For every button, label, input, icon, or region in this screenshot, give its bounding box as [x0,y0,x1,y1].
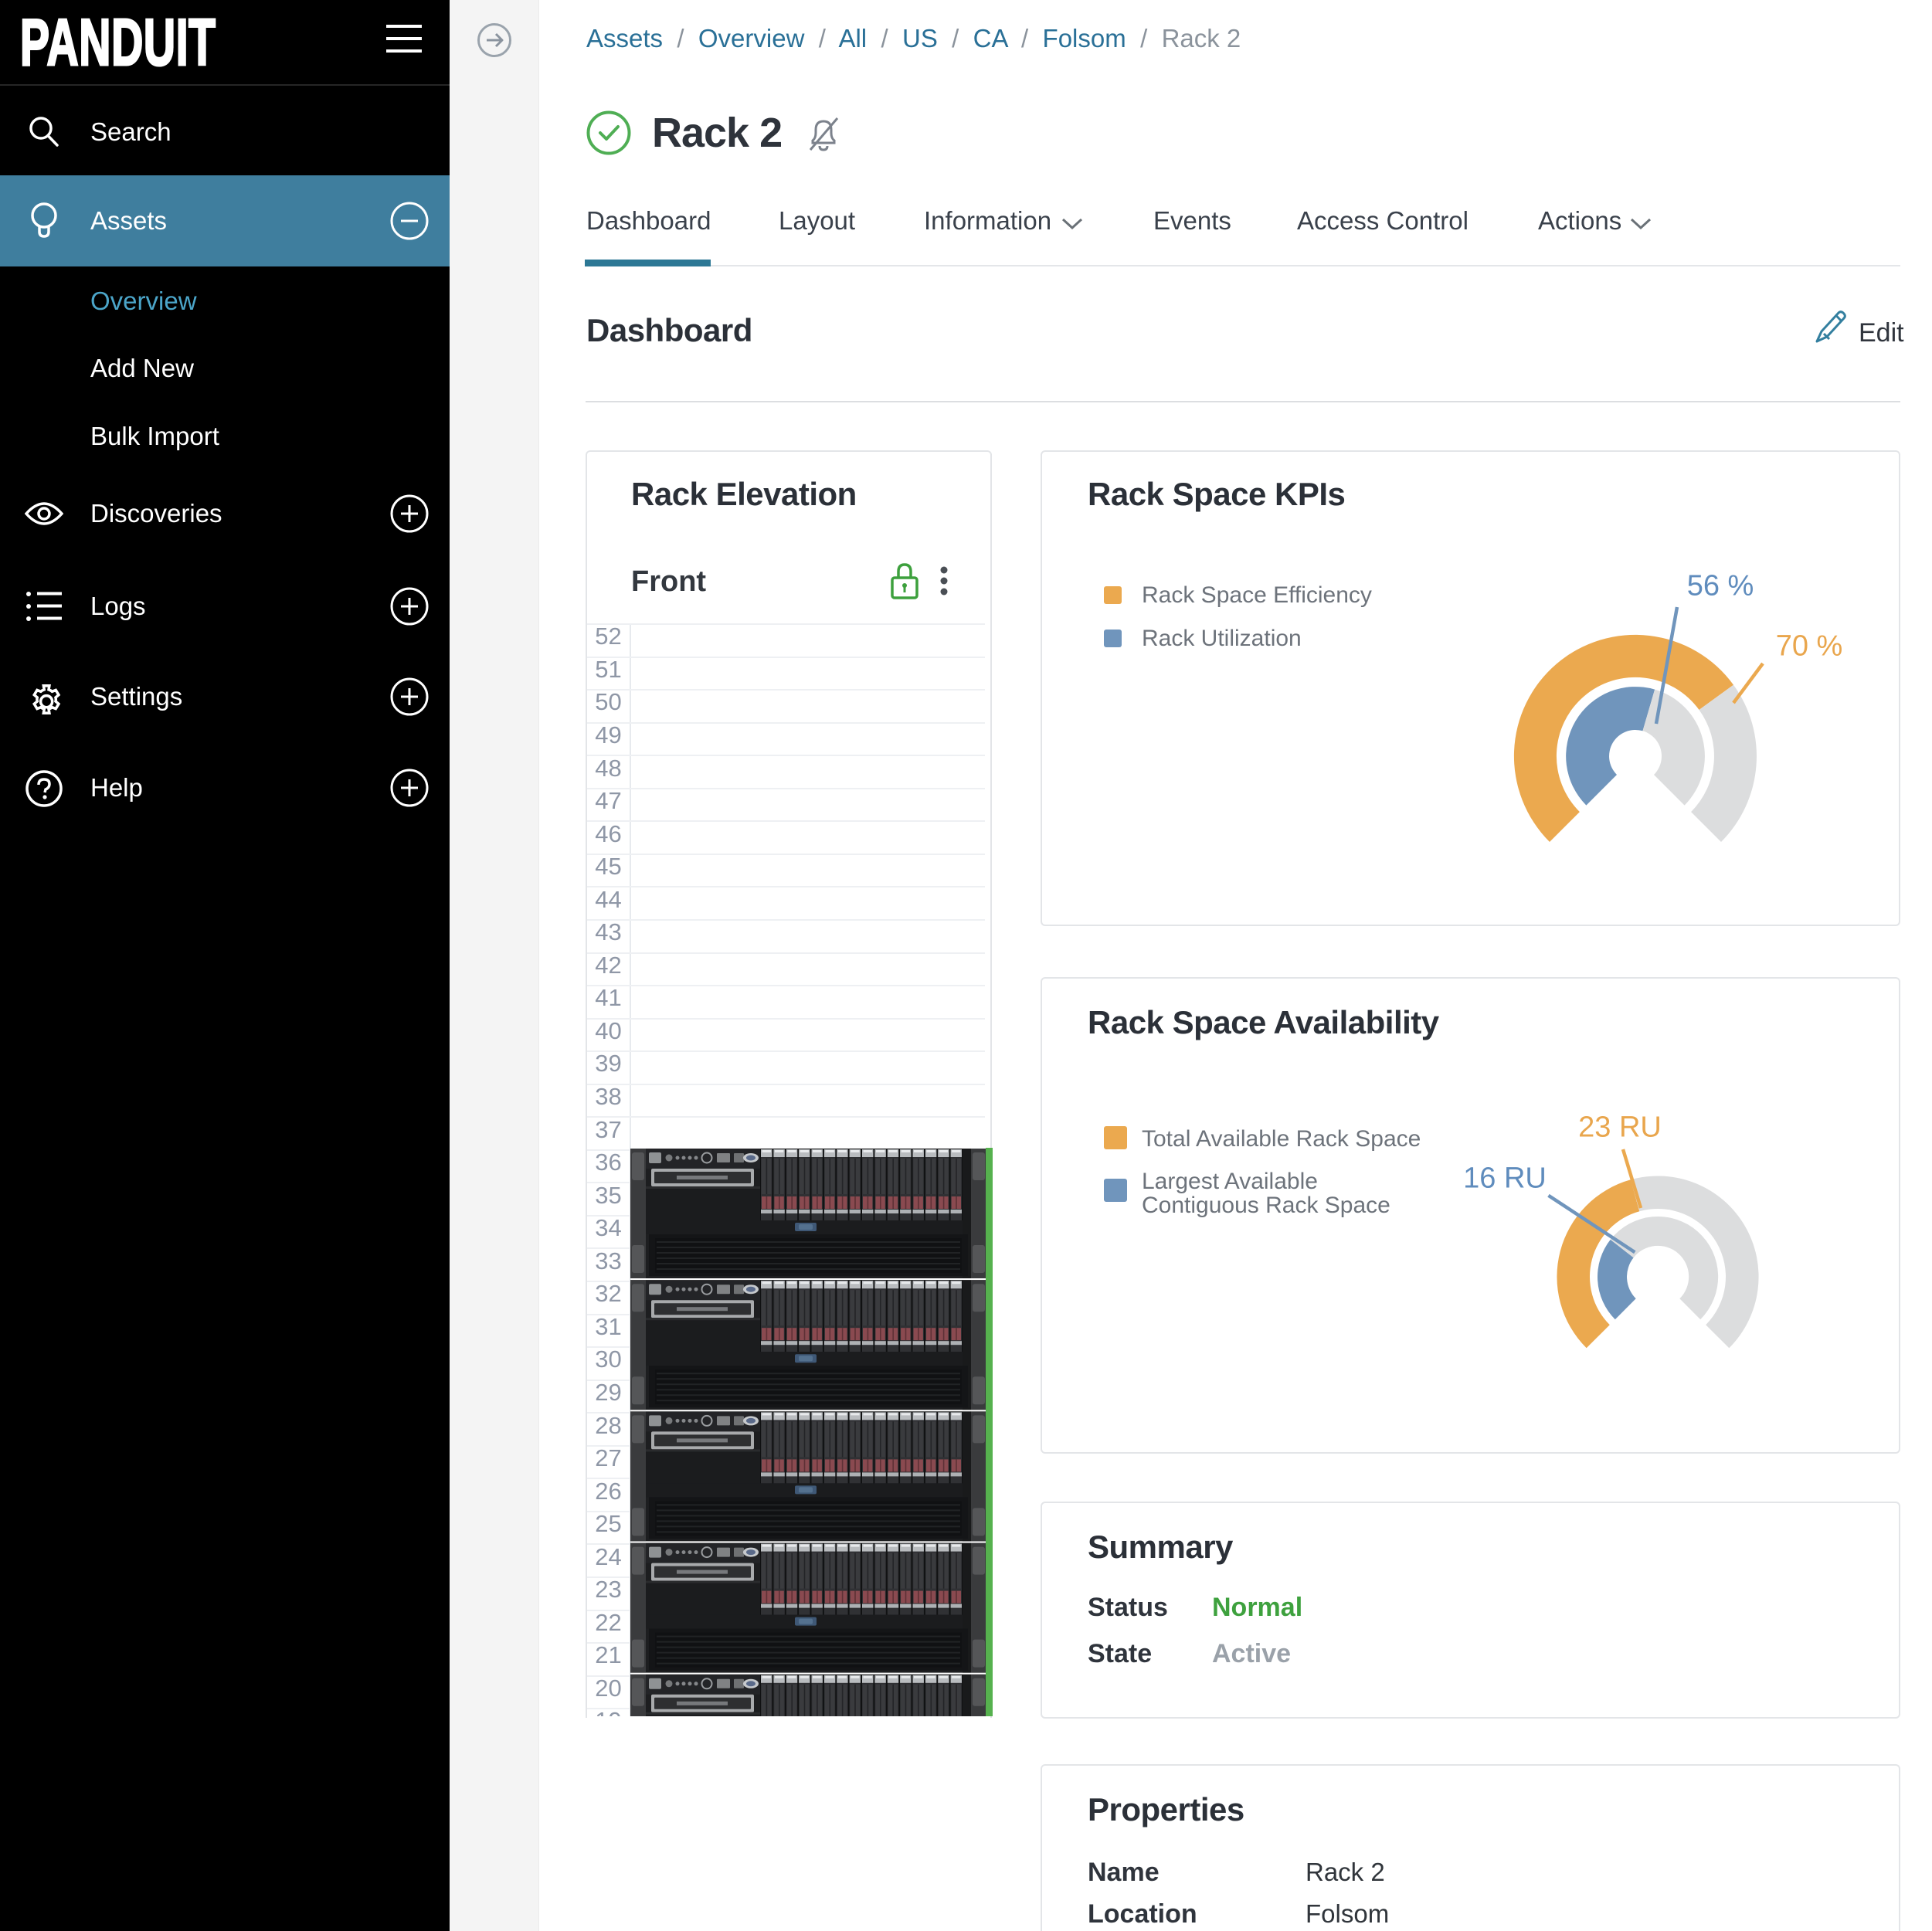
svg-text:PANDUIT: PANDUIT [20,12,216,80]
